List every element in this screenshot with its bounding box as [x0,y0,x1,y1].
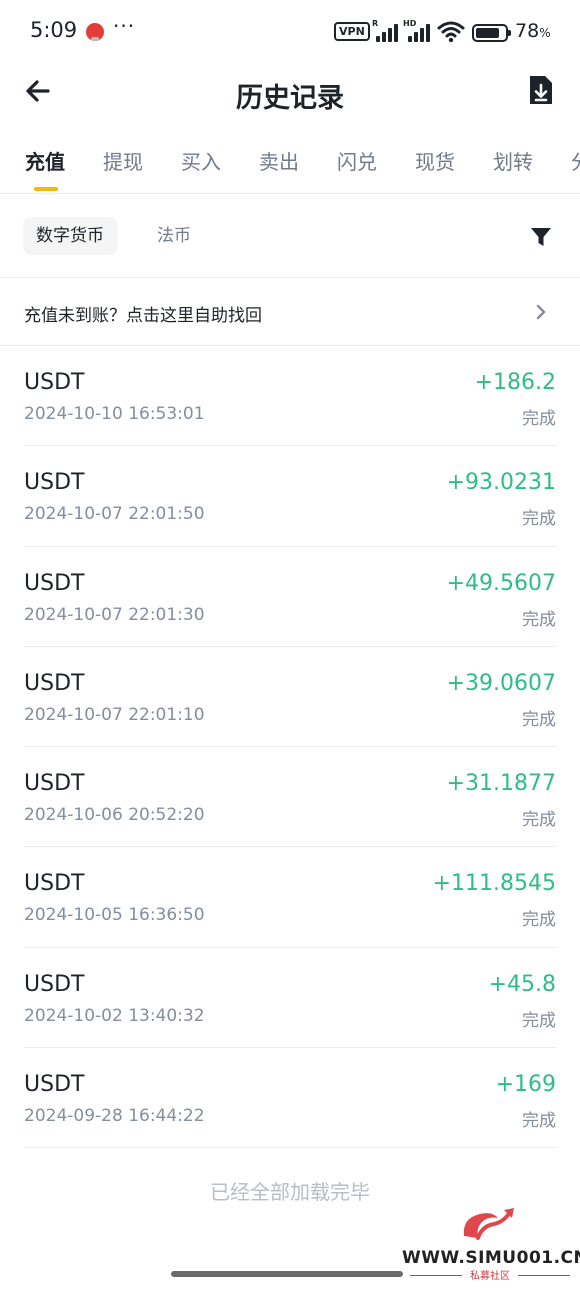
record-amount: +111.8545 [432,871,556,897]
record-row[interactable]: USDT 2024-10-07 22:01:10 +39.0607 完成 [24,647,556,748]
site-watermark: WWW.SIMU001.CN 私募社区 [402,1204,580,1284]
deposit-recovery-notice[interactable]: 充值未到账？点击这里自助找回 [0,279,580,346]
record-amount: +169 [495,1072,556,1098]
wifi-icon [437,21,465,43]
record-row[interactable]: USDT 2024-10-07 22:01:50 +93.0231 完成 [24,446,556,547]
record-row[interactable]: USDT 2024-09-28 16:44:22 +169 完成 [24,1048,556,1149]
filter-row: 数字货币 法币 [0,195,580,278]
record-status: 完成 [522,910,556,931]
record-asset: USDT [24,670,85,696]
record-row[interactable]: USDT 2024-10-07 22:01:30 +49.5607 完成 [24,547,556,647]
record-time: 2024-10-02 13:40:32 [24,1005,205,1026]
vpn-icon: VPN [334,22,370,41]
tab-spot[interactable]: 现货 [415,146,455,175]
app-notification-icon [86,23,104,41]
tab-deposit[interactable]: 充值 [25,146,65,175]
tab-withdraw[interactable]: 提现 [103,146,143,175]
record-asset: USDT [24,370,85,395]
home-indicator[interactable] [171,1271,403,1277]
record-status: 完成 [522,609,556,630]
signal-2-icon [404,22,432,42]
funnel-icon[interactable] [529,225,553,249]
tab-sell[interactable]: 卖出 [259,146,299,175]
record-amount: +45.8 [488,971,556,997]
record-row[interactable]: USDT 2024-10-06 20:52:20 +31.1877 完成 [24,747,556,848]
record-status: 完成 [522,409,556,429]
record-time: 2024-10-10 16:53:01 [24,404,205,424]
record-row[interactable]: USDT 2024-10-10 16:53:01 +186.2 完成 [24,346,556,447]
record-amount: +49.5607 [446,570,556,596]
battery-icon [472,24,511,42]
record-row[interactable]: USDT 2024-10-05 16:36:50 +111.8545 完成 [24,847,556,948]
deposit-record-list: USDT 2024-10-10 16:53:01 +186.2 完成 USDT … [0,346,580,1149]
record-time: 2024-10-06 20:52:20 [24,805,205,826]
tab-transfer[interactable]: 划转 [493,146,533,175]
record-status: 完成 [522,709,556,730]
status-bar: 5:09 ··· VPN R HD 78% [0,0,580,64]
record-amount: +39.0607 [446,670,556,696]
history-tabs: 充值 提现 买入 卖出 闪兑 现货 划转 分 [0,130,580,194]
notice-text: 充值未到账？点击这里自助找回 [24,306,262,326]
page-header: 历史记录 [0,64,580,124]
active-tab-indicator [34,187,58,191]
record-asset: USDT [24,771,85,797]
battery-percent: 78% [515,20,551,42]
record-time: 2024-10-05 16:36:50 [24,905,205,926]
record-asset: USDT [24,871,85,897]
signal-1-icon [372,22,400,42]
record-time: 2024-10-07 22:01:30 [24,604,205,625]
record-amount: +31.1877 [446,771,556,797]
page-title: 历史记录 [236,83,344,114]
record-asset: USDT [24,470,85,496]
record-time: 2024-10-07 22:01:50 [24,504,205,525]
download-file-icon[interactable] [526,74,556,106]
record-status: 完成 [522,509,556,530]
record-amount: +93.0231 [446,470,556,496]
record-asset: USDT [24,971,85,997]
record-status: 完成 [522,1010,556,1031]
record-time: 2024-10-07 22:01:10 [24,704,205,725]
record-row[interactable]: USDT 2024-10-02 13:40:32 +45.8 完成 [24,948,556,1049]
list-end-text: 已经全部加载完毕 [210,1180,370,1204]
more-notifications-icon: ··· [113,14,136,38]
tab-buy[interactable]: 买入 [181,146,221,175]
watermark-logo-icon [463,1208,514,1240]
record-status: 完成 [522,1111,556,1132]
record-amount: +186.2 [474,370,556,395]
tab-convert[interactable]: 闪兑 [337,146,377,175]
record-status: 完成 [522,810,556,831]
tab-more-partial[interactable]: 分 [571,146,580,175]
watermark-site: WWW.SIMU001.CN [402,1248,580,1268]
record-asset: USDT [24,1072,85,1098]
watermark-rule-right [518,1275,570,1276]
filter-chip-fiat[interactable]: 法币 [144,217,204,255]
status-time: 5:09 [30,18,78,42]
chevron-right-icon [536,304,546,320]
record-time: 2024-09-28 16:44:22 [24,1106,205,1127]
filter-chip-crypto[interactable]: 数字货币 [23,217,117,255]
record-asset: USDT [24,570,85,596]
